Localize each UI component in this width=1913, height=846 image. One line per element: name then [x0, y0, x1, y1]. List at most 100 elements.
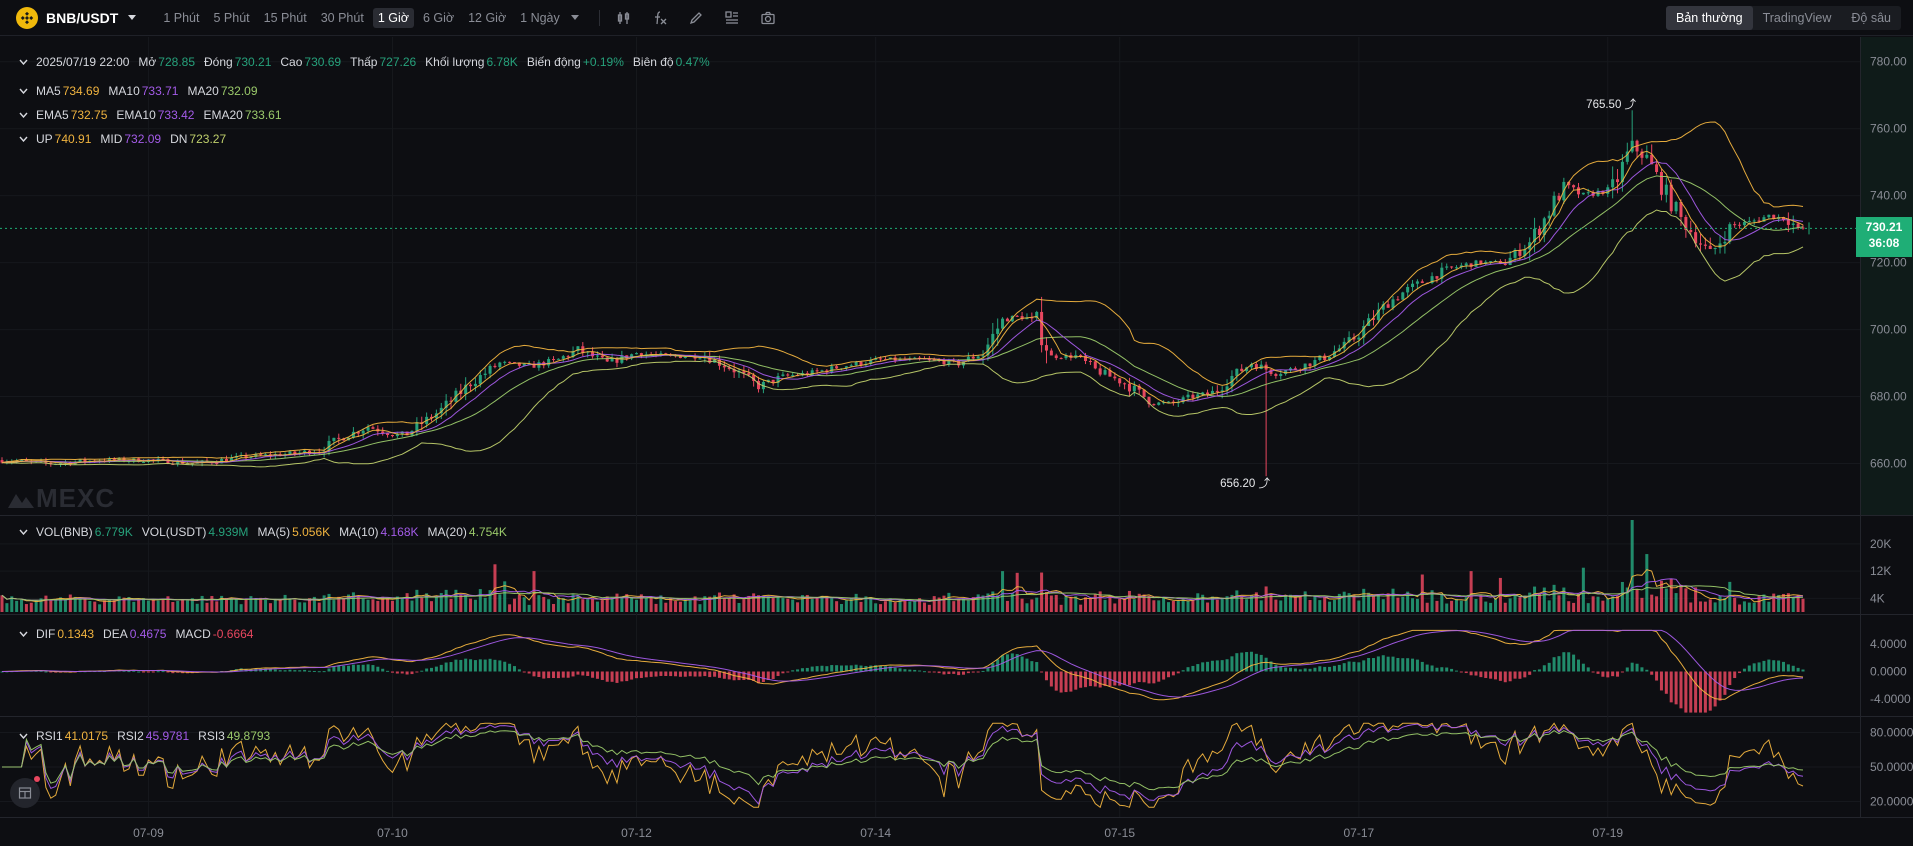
- high-label: Cao: [280, 55, 303, 69]
- volume-bar: [376, 600, 380, 612]
- macd-histogram-bar: [1049, 671, 1053, 687]
- view-tab-1[interactable]: TradingView: [1753, 6, 1842, 30]
- macd-histogram-bar: [1035, 662, 1039, 672]
- macd-histogram-bar: [595, 671, 599, 679]
- view-tab-0[interactable]: Bản thường: [1665, 6, 1753, 30]
- volume-bar: [273, 599, 277, 612]
- volume-bar: [674, 601, 678, 612]
- bar-countdown: 36:08: [1868, 236, 1900, 251]
- pair-selector[interactable]: BNB/USDT: [16, 6, 137, 29]
- volume-bar: [449, 598, 453, 612]
- volume-bar: [1655, 596, 1659, 612]
- macd-histogram-bar: [1181, 670, 1185, 672]
- volume-bar: [1698, 601, 1703, 612]
- boll-legend-value-1: 732.09: [124, 132, 162, 146]
- candle-body: [835, 366, 839, 369]
- camera-icon[interactable]: [759, 9, 777, 27]
- collapse-chevron-icon[interactable]: [18, 629, 28, 639]
- interval-tab-4[interactable]: 1 Giờ: [372, 7, 414, 28]
- volume-bar: [1088, 598, 1092, 612]
- collapse-chevron-icon[interactable]: [18, 527, 28, 537]
- collapse-chevron-icon[interactable]: [18, 134, 28, 144]
- collapse-chevron-icon[interactable]: [18, 731, 28, 741]
- macd-histogram-bar: [1533, 670, 1537, 672]
- volume-bar: [112, 600, 116, 612]
- macd-histogram-bar: [1235, 653, 1239, 672]
- macd-histogram-bar: [1249, 651, 1253, 672]
- macd-histogram-bar: [1528, 671, 1532, 675]
- collapse-chevron-icon[interactable]: [18, 57, 28, 67]
- interval-tab-0[interactable]: 1 Phút: [158, 8, 204, 28]
- volume-bar: [400, 597, 404, 612]
- candle-body: [1206, 392, 1210, 395]
- interval-tab-7[interactable]: 1 Ngày: [515, 8, 565, 28]
- volume-bar: [239, 604, 243, 612]
- collapse-chevron-icon[interactable]: [18, 86, 28, 96]
- macd-histogram-bar: [903, 669, 907, 672]
- volume-bar: [1401, 596, 1405, 612]
- macd-histogram-bar: [459, 659, 463, 672]
- candle-body: [600, 355, 604, 358]
- layout-grid-icon[interactable]: [723, 9, 741, 27]
- vol-legend-label-1: VOL(USDT): [141, 525, 207, 539]
- candle-body: [879, 358, 883, 360]
- view-tab-2[interactable]: Độ sâu: [1841, 6, 1901, 30]
- macd-histogram-bar: [1079, 671, 1083, 688]
- interval-tab-3[interactable]: 30 Phút: [316, 8, 369, 28]
- candle-body: [1674, 201, 1678, 212]
- macd-histogram-bar: [1381, 655, 1385, 672]
- indicator-fx-icon[interactable]: [651, 9, 669, 27]
- interval-tab-2[interactable]: 15 Phút: [259, 8, 312, 28]
- macd-histogram-bar: [698, 671, 702, 677]
- amplitude-value: 0.47%: [675, 55, 710, 69]
- macd-histogram-bar: [312, 670, 316, 672]
- macd-histogram-bar: [542, 671, 546, 679]
- interval-tab-1[interactable]: 5 Phút: [208, 8, 254, 28]
- ema-legend-label-2: EMA20: [203, 108, 243, 122]
- trading-chart[interactable]: 660.00 680.00 700.00 720.00 740.00 760.00 780.…: [0, 37, 1913, 846]
- macd-histogram-bar: [1367, 658, 1371, 672]
- macd-histogram-bar: [1484, 671, 1488, 678]
- volume-bar: [102, 600, 107, 612]
- volume-bar: [1181, 599, 1185, 612]
- volume-bar: [1586, 603, 1590, 612]
- candle-body: [1420, 281, 1424, 283]
- candle-body: [1235, 368, 1239, 376]
- volume-bar: [1132, 599, 1136, 612]
- interval-tab-5[interactable]: 6 Giờ: [418, 8, 459, 28]
- volume-bar: [957, 598, 961, 612]
- pair-caret-icon[interactable]: [128, 15, 137, 20]
- volume-bar: [654, 603, 658, 612]
- volume-bar: [83, 598, 87, 612]
- amplitude-label: Biên độ: [632, 55, 674, 69]
- interval-tab-6[interactable]: 12 Giờ: [463, 8, 511, 28]
- candle-type-icon[interactable]: [615, 9, 633, 27]
- macd-histogram-bar: [952, 671, 956, 674]
- macd-histogram-bar: [1420, 661, 1424, 672]
- volume-bar: [298, 602, 302, 612]
- volume-bar: [1235, 590, 1239, 612]
- volume-bar: [288, 598, 292, 612]
- candle-body: [1689, 229, 1693, 233]
- macd-histogram-bar: [1225, 659, 1229, 672]
- macd-histogram-bar: [581, 671, 585, 676]
- volume-bar: [586, 599, 590, 612]
- volume-bar: [498, 594, 502, 612]
- volume-bar: [1103, 599, 1107, 612]
- macd-histogram-bar: [1186, 667, 1190, 672]
- collapse-chevron-icon[interactable]: [18, 110, 28, 120]
- macd-histogram-bar: [1337, 664, 1341, 672]
- macd-histogram-bar: [825, 666, 829, 672]
- low-label: Thấp: [350, 55, 378, 69]
- interval-more-caret-icon[interactable]: [570, 15, 579, 20]
- macd-histogram-bar: [146, 671, 150, 673]
- chart-settings-button[interactable]: [10, 778, 40, 808]
- draw-pencil-icon[interactable]: [687, 9, 705, 27]
- volume-bar: [478, 589, 482, 612]
- macd-histogram-bar: [1547, 662, 1551, 672]
- volume-bar: [552, 603, 556, 612]
- volume-bar: [1537, 594, 1541, 612]
- vol-legend-value-0: 6.779K: [94, 525, 133, 539]
- volume-bar: [1176, 601, 1180, 612]
- macd-histogram-bar: [1537, 669, 1541, 672]
